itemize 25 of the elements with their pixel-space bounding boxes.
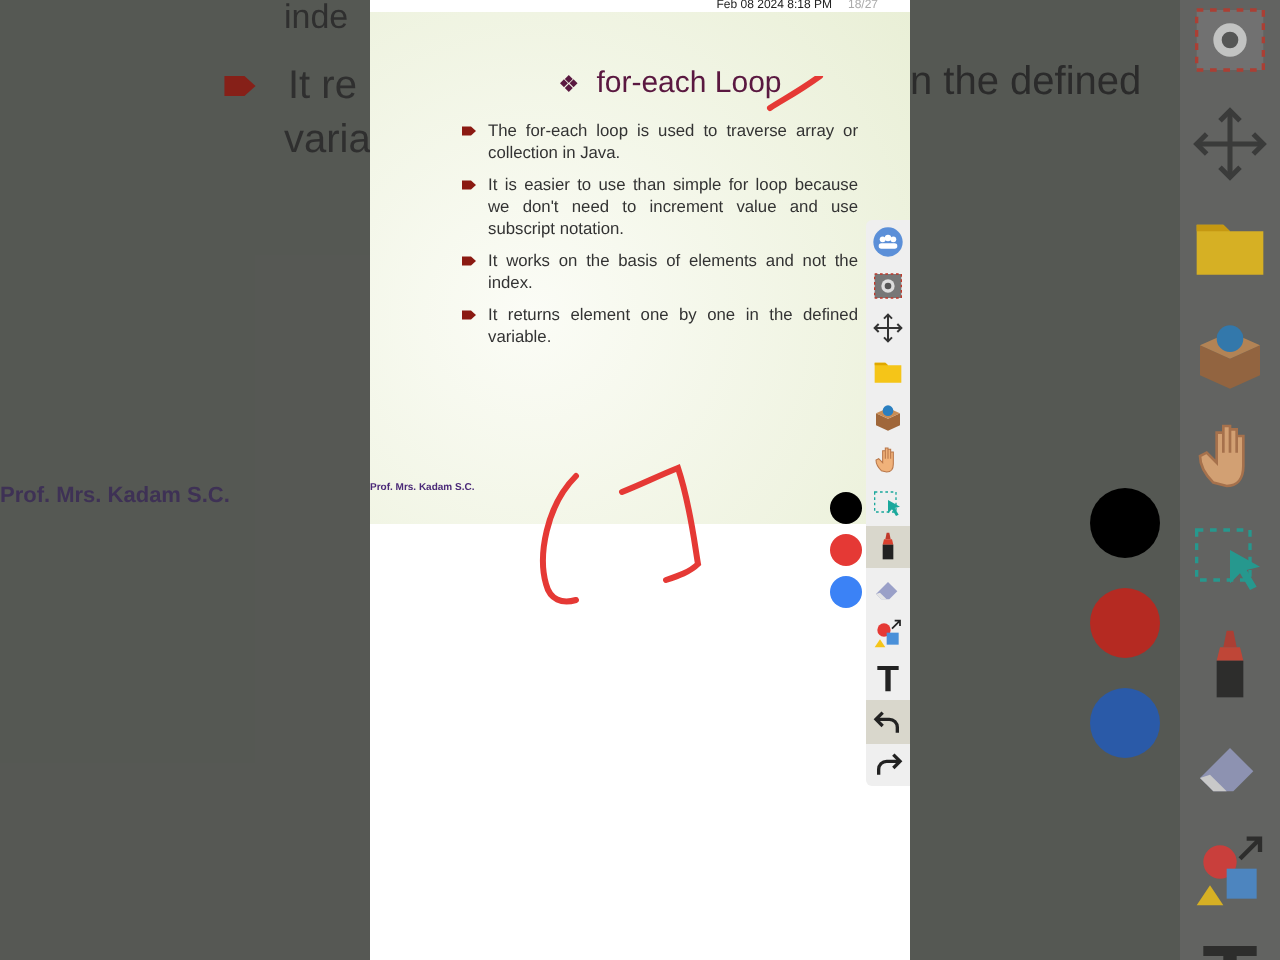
- slide-title: for-each Loop: [596, 64, 782, 104]
- text-tool-icon: [872, 661, 904, 694]
- tool-button[interactable]: [866, 699, 910, 744]
- undo-icon: [872, 705, 904, 738]
- color-swatch[interactable]: [830, 534, 862, 566]
- bullet-text: The for-each loop is used to traverse array or collection in Java.: [488, 119, 858, 163]
- bullet-icon: [462, 179, 476, 189]
- box-icon: [872, 400, 904, 433]
- bullet-text: It is easier to use than simple for loop because we don't need to increment value and use subscript notation.: [488, 173, 858, 239]
- move-icon: [1190, 104, 1270, 184]
- bullet-text: It works on the basis of elements and not the index.: [488, 249, 858, 293]
- bullet-icon: [462, 309, 476, 319]
- bullet-icon: [224, 76, 256, 96]
- bullet-icon: [462, 255, 476, 265]
- move-icon: [872, 312, 904, 345]
- title-mark: ❖: [558, 68, 581, 103]
- tool-button[interactable]: [866, 525, 910, 569]
- shapes-icon: [872, 618, 904, 651]
- selection-cursor-icon: [872, 487, 904, 520]
- bullet-icon: [462, 125, 476, 135]
- bullet-text: It returns element one by one in the defined variable.: [488, 303, 858, 347]
- redo-icon: [872, 748, 904, 781]
- people-icon: [872, 225, 904, 258]
- color-swatch[interactable]: [830, 576, 862, 608]
- screenshot-icon: [872, 269, 904, 302]
